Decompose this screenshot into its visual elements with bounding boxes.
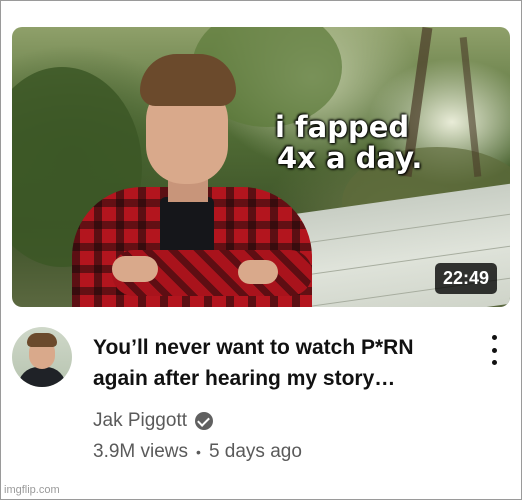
channel-avatar[interactable] — [12, 327, 72, 387]
video-thumbnail[interactable]: i fapped 4x a day. 22:49 — [12, 27, 510, 307]
hair — [140, 54, 236, 106]
vertical-ellipsis-icon[interactable] — [487, 335, 501, 365]
video-title-line: You’ll never want to watch P*RN — [93, 336, 414, 359]
view-count: 3.9M views — [93, 441, 189, 462]
video-stats: 3.9M views • 5 days ago — [93, 441, 302, 463]
watermark: imgflip.com — [4, 484, 60, 496]
duration-badge: 22:49 — [434, 263, 497, 294]
channel-row[interactable]: Jak Piggott — [93, 410, 213, 432]
thumbnail-caption-line: i fapped — [275, 110, 410, 144]
thumbnail-caption: i fapped 4x a day. — [267, 112, 467, 174]
upload-age: 5 days ago — [208, 441, 302, 462]
channel-name[interactable]: Jak Piggott — [93, 410, 187, 432]
thumbnail-person — [72, 52, 312, 307]
video-title[interactable]: You’ll never want to watch P*RN again af… — [93, 332, 473, 394]
separator-dot: • — [196, 444, 201, 460]
check-circle-icon — [195, 412, 213, 430]
thumbnail-caption-line: 4x a day. — [277, 141, 423, 175]
video-title-line: again after hearing my story… — [93, 367, 396, 390]
